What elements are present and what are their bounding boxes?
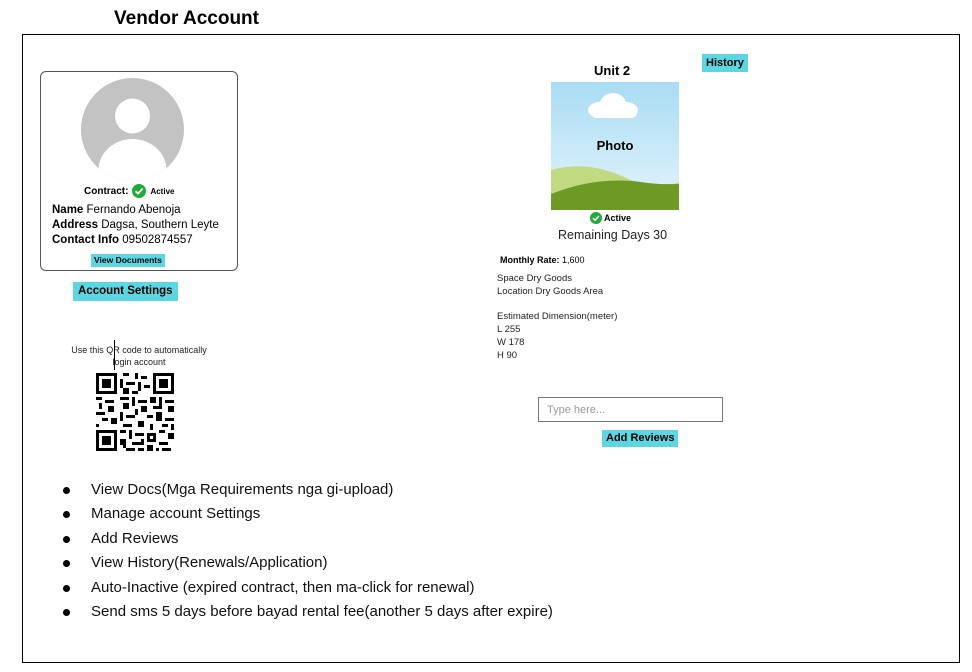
list-item: View Docs(Mga Requirements nga gi-upload… — [60, 478, 553, 502]
address-label: Address — [52, 219, 99, 231]
dimension-height: H 90 — [497, 350, 518, 361]
qr-caption: Use this QR code to automatically login … — [66, 344, 212, 368]
unit-status-row: Active — [590, 212, 631, 224]
avatar — [81, 78, 184, 181]
name-value: Fernando Abenoja — [86, 204, 181, 216]
contact-value: 09502874557 — [122, 234, 193, 246]
history-button[interactable]: History — [702, 54, 748, 72]
contract-row: Contract: Active — [84, 184, 174, 198]
dimension-length: L 255 — [497, 324, 521, 335]
contract-label: Contract: — [84, 185, 129, 197]
qr-code — [96, 373, 174, 451]
unit-title: Unit 2 — [594, 63, 631, 78]
check-circle-icon — [590, 212, 602, 224]
remaining-days: Remaining Days 30 — [558, 228, 668, 242]
contact-label: Contact Info — [52, 234, 120, 246]
contract-status: Active — [150, 186, 175, 196]
monthly-rate-value: 1,600 — [562, 255, 585, 265]
monthly-rate-label: Monthly Rate — [500, 255, 557, 265]
review-input[interactable] — [538, 397, 723, 422]
qr-caption-line1: Use this QR code to automatically — [71, 345, 207, 355]
dimension-width: W 178 — [497, 337, 525, 348]
location-text: Location Dry Goods Area — [497, 286, 604, 297]
address-value: Dagsa, Southern Leyte — [101, 219, 219, 231]
view-documents-button[interactable]: View Documents — [91, 254, 165, 267]
list-item: Add Reviews — [60, 527, 553, 551]
add-reviews-button[interactable]: Add Reviews — [602, 430, 679, 447]
feature-notes-list: View Docs(Mga Requirements nga gi-upload… — [60, 478, 553, 624]
contact-row: Contact Info 09502874557 — [52, 234, 193, 246]
address-row: Address Dagsa, Southern Leyte — [52, 219, 219, 231]
space-text: Space Dry Goods — [497, 273, 572, 284]
dimension-heading: Estimated Dimension(meter) — [497, 311, 618, 322]
check-circle-icon — [132, 184, 147, 198]
qr-caption-line2: login account — [112, 357, 166, 367]
list-item: Manage account Settings — [60, 502, 553, 526]
unit-status: Active — [604, 213, 632, 223]
page-title: Vendor Account — [114, 8, 259, 29]
name-label: Name — [52, 204, 84, 216]
photo-label: Photo — [596, 138, 634, 153]
account-settings-button[interactable]: Account Settings — [73, 282, 178, 301]
list-item: View History(Renewals/Application) — [60, 551, 553, 575]
text-cursor — [114, 340, 115, 370]
name-row: Name Fernando Abenoja — [52, 204, 181, 216]
list-item: Send sms 5 days before bayad rental fee(… — [60, 600, 553, 624]
list-item: Auto-Inactive (expired contract, then ma… — [60, 576, 553, 600]
monthly-rate-row: Monthly Rate: 1,600 — [500, 255, 585, 265]
